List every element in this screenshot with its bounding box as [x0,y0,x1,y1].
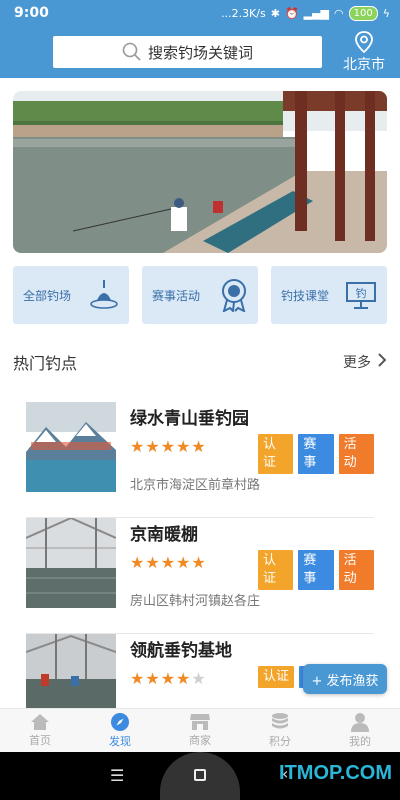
spot-thumbnail [26,634,116,708]
tab-label: 发现 [109,735,131,748]
tab-label: 积分 [269,735,291,748]
watermark: ITMOP.COM [279,762,392,784]
spot-list-item[interactable]: 绿水青山垂钓园 ★ ★ ★ ★ ★ 认证 赛事 活动 北京市海淀区前章村路 [26,402,374,518]
star-icon: ★ [130,437,145,456]
home-icon [31,714,49,730]
section-title: 热门钓点 [13,354,78,373]
search-input[interactable]: 搜索钓场关键词 [53,36,322,68]
spot-name: 绿水青山垂钓园 [130,409,249,429]
spot-name: 京南暖棚 [130,525,198,545]
chevron-right-icon [377,353,387,371]
classroom-board-icon: 钓 [346,282,376,309]
menu-icon[interactable]: ☰ [110,766,124,785]
spot-tags: 认证 赛事 活动 [258,434,374,474]
rating-stars: ★ ★ ★ ★ ★ [130,554,206,572]
star-icon: ★ [145,437,160,456]
tab-points[interactable]: 积分 [240,709,320,752]
tag-match: 赛事 [298,434,334,474]
coins-icon [272,713,288,729]
hot-spots-header: 热门钓点 更多 [13,348,387,376]
star-icon: ★ [160,437,176,456]
city-name: 北京市 [343,57,385,73]
nav-home-button[interactable] [160,752,240,800]
shop-icon [190,714,210,730]
status-bar: 9:00 ...2.3K/s ✱ ⏰ ▂▄▆ ◠ 100 ϟ [0,0,400,26]
location-pin-icon [355,31,373,54]
spot-thumbnail [26,518,116,608]
tab-merchants[interactable]: 商家 [160,709,240,752]
tag-certified: 认证 [258,434,294,474]
spot-address: 北京市海淀区前章村路 [130,478,261,493]
system-nav-bar: ☰ ‹ ITMOP.COM [0,752,400,800]
city-selector[interactable]: 北京市 [336,30,392,76]
star-icon: ★ [145,669,160,688]
tab-label: 首页 [29,734,51,747]
rating-stars: ★ ★ ★ ★ ★ [130,670,206,688]
star-icon: ★ [130,553,145,572]
charging-icon: ϟ [382,6,390,20]
search-icon [122,42,141,61]
medal-icon [222,279,246,312]
category-label: 全部钓场 [23,288,72,303]
spot-name: 领航垂钓基地 [130,641,232,661]
signal-icon: ▂▄▆ [303,6,330,20]
compass-icon [111,713,129,731]
classroom-badge: 钓 [356,286,367,300]
star-icon: ★ [191,553,206,572]
top-header: 搜索钓场关键词 北京市 [0,26,400,78]
spot-address: 房山区韩村河镇赵各庄 [130,594,261,609]
tab-label: 商家 [189,734,211,747]
category-cards: 全部钓场 赛事活动 钓技课堂 钓 [13,266,387,324]
star-icon: ★ [176,669,191,688]
wifi-icon: ◠ [334,6,344,20]
user-icon [351,713,369,732]
banner-image[interactable] [13,91,387,253]
category-label: 钓技课堂 [281,288,330,303]
star-icon: ★ [145,553,160,572]
star-icon: ★ [160,553,176,572]
tag-event: 活动 [338,550,374,590]
alarm-icon: ⏰ [284,6,299,20]
spot-tags: 认证 赛事 活动 [258,550,374,590]
star-icon: ★ [191,437,206,456]
more-link[interactable]: 更多 [343,352,387,372]
more-label: 更多 [343,355,371,371]
star-icon: ★ [176,553,191,572]
rating-stars: ★ ★ ★ ★ ★ [130,438,206,456]
star-icon: ★ [130,669,145,688]
battery-icon: 100 [348,5,378,21]
tab-home[interactable]: 首页 [0,709,80,752]
tab-profile[interactable]: 我的 [320,709,400,752]
tag-event: 活动 [338,434,374,474]
category-label: 赛事活动 [152,288,201,303]
status-time: 9:00 [14,5,49,21]
network-speed: ...2.3K/s [221,6,266,20]
category-events[interactable]: 赛事活动 [142,266,258,324]
category-all-spots[interactable]: 全部钓场 [13,266,129,324]
bluetooth-icon: ✱ [270,6,280,20]
publish-catch-button[interactable]: + 发布渔获 [303,664,387,694]
spot-thumbnail [26,402,116,492]
spot-list-item[interactable]: 京南暖棚 ★ ★ ★ ★ ★ 认证 赛事 活动 房山区韩村河镇赵各庄 [26,518,374,634]
star-empty-icon: ★ [191,669,206,688]
category-classroom[interactable]: 钓技课堂 钓 [271,266,387,324]
star-icon: ★ [160,669,176,688]
tab-discover[interactable]: 发现 [80,709,160,752]
tag-certified: 认证 [258,550,294,590]
home-square-icon [194,769,206,781]
fishing-pond-photo [13,91,387,253]
tab-label: 我的 [349,735,371,748]
star-icon: ★ [176,437,191,456]
bottom-tab-bar: 首页 发现 商家 积分 我的 [0,708,400,752]
status-icons: ...2.3K/s ✱ ⏰ ▂▄▆ ◠ 100 ϟ [221,5,390,21]
float-icon [90,280,118,309]
search-placeholder: 搜索钓场关键词 [147,43,253,62]
tag-certified: 认证 [258,666,295,688]
tag-match: 赛事 [298,550,334,590]
